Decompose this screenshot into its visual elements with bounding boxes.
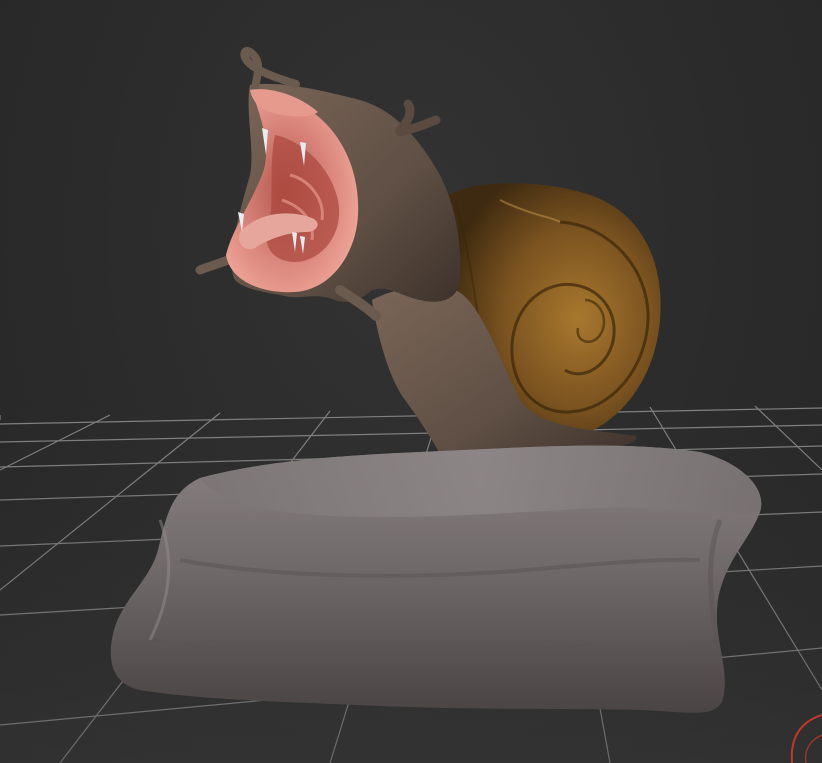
3d-viewport[interactable]	[0, 0, 822, 763]
tentacle-top-icon	[240, 47, 300, 92]
viewport-canvas[interactable]	[0, 0, 822, 763]
snail-creature-model[interactable]	[195, 47, 661, 462]
tentacle-right-icon	[395, 99, 441, 137]
rock-base-model[interactable]	[110, 445, 762, 713]
